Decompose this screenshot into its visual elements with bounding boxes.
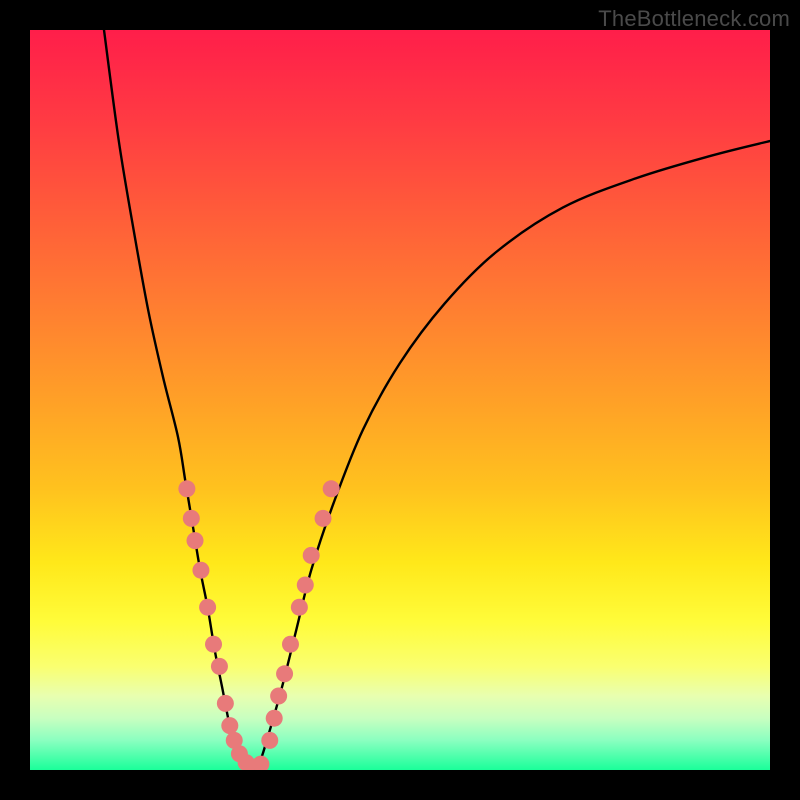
- data-dot: [252, 756, 269, 770]
- chart-plot-area: [30, 30, 770, 770]
- watermark-text: TheBottleneck.com: [598, 6, 790, 32]
- data-dot: [205, 636, 222, 653]
- data-dot: [221, 717, 238, 734]
- data-dot: [282, 636, 299, 653]
- curve-right-branch: [252, 141, 770, 770]
- curve-left-branch: [104, 30, 252, 770]
- data-dot: [199, 599, 216, 616]
- chart-svg: [30, 30, 770, 770]
- data-dot: [261, 732, 278, 749]
- data-dot: [297, 577, 314, 594]
- data-dot: [266, 710, 283, 727]
- data-dot: [303, 547, 320, 564]
- data-dot: [192, 562, 209, 579]
- data-dot: [217, 695, 234, 712]
- data-dot: [187, 532, 204, 549]
- data-dot: [211, 658, 228, 675]
- data-dot: [323, 480, 340, 497]
- data-dot: [270, 688, 287, 705]
- data-dot: [178, 480, 195, 497]
- data-dot: [291, 599, 308, 616]
- chart-frame: TheBottleneck.com: [0, 0, 800, 800]
- data-dot: [315, 510, 332, 527]
- data-dot: [183, 510, 200, 527]
- data-dot: [276, 665, 293, 682]
